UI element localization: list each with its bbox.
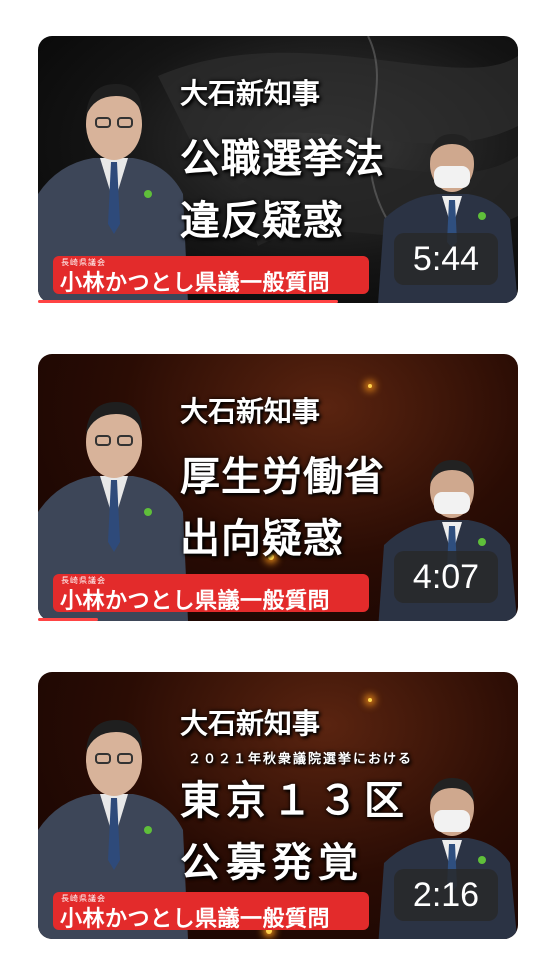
video-thumbnail-2[interactable]: 大石新知事 厚生労働省 出向疑惑 長崎県議会 小林かつとし県議一般質問 4:07	[38, 354, 518, 621]
watch-progress-bar	[38, 300, 338, 303]
title-line-1: 厚生労働省	[180, 454, 385, 500]
title-line-2: 違反疑惑	[180, 198, 344, 244]
banner-main-text: 小林かつとし県議一般質問	[60, 271, 331, 296]
ember-glow	[368, 698, 372, 702]
ember-glow	[368, 384, 372, 388]
duration-badge: 4:07	[394, 551, 498, 603]
title-line-1: 公職選挙法	[180, 136, 385, 182]
speaker-banner: 長崎県議会 小林かつとし県議一般質問	[53, 892, 369, 932]
speaker-banner: 長崎県議会 小林かつとし県議一般質問	[53, 574, 369, 614]
title-subtitle: ２０２１年秋衆議院選挙における	[188, 752, 414, 767]
title-small: 大石新知事	[180, 395, 321, 428]
banner-main-text: 小林かつとし県議一般質問	[60, 907, 331, 932]
watch-progress-bar	[38, 618, 98, 621]
speaker-banner: 長崎県議会 小林かつとし県議一般質問	[53, 256, 369, 296]
title-small: 大石新知事	[180, 707, 321, 740]
title-line-2: 公募発覚	[180, 840, 364, 886]
duration-badge: 2:16	[394, 869, 498, 921]
banner-main-text: 小林かつとし県議一般質問	[60, 589, 331, 614]
title-line-1: 東京１３区	[180, 778, 410, 824]
duration-badge: 5:44	[394, 233, 498, 285]
video-thumbnail-1[interactable]: 大石新知事 公職選挙法 違反疑惑 長崎県議会 小林かつとし県議一般質問 5:44	[38, 36, 518, 303]
title-small: 大石新知事	[180, 77, 321, 110]
video-thumbnail-3[interactable]: 大石新知事 ２０２１年秋衆議院選挙における 東京１３区 公募発覚 長崎県議会 小…	[38, 672, 518, 939]
title-line-2: 出向疑惑	[180, 516, 344, 562]
